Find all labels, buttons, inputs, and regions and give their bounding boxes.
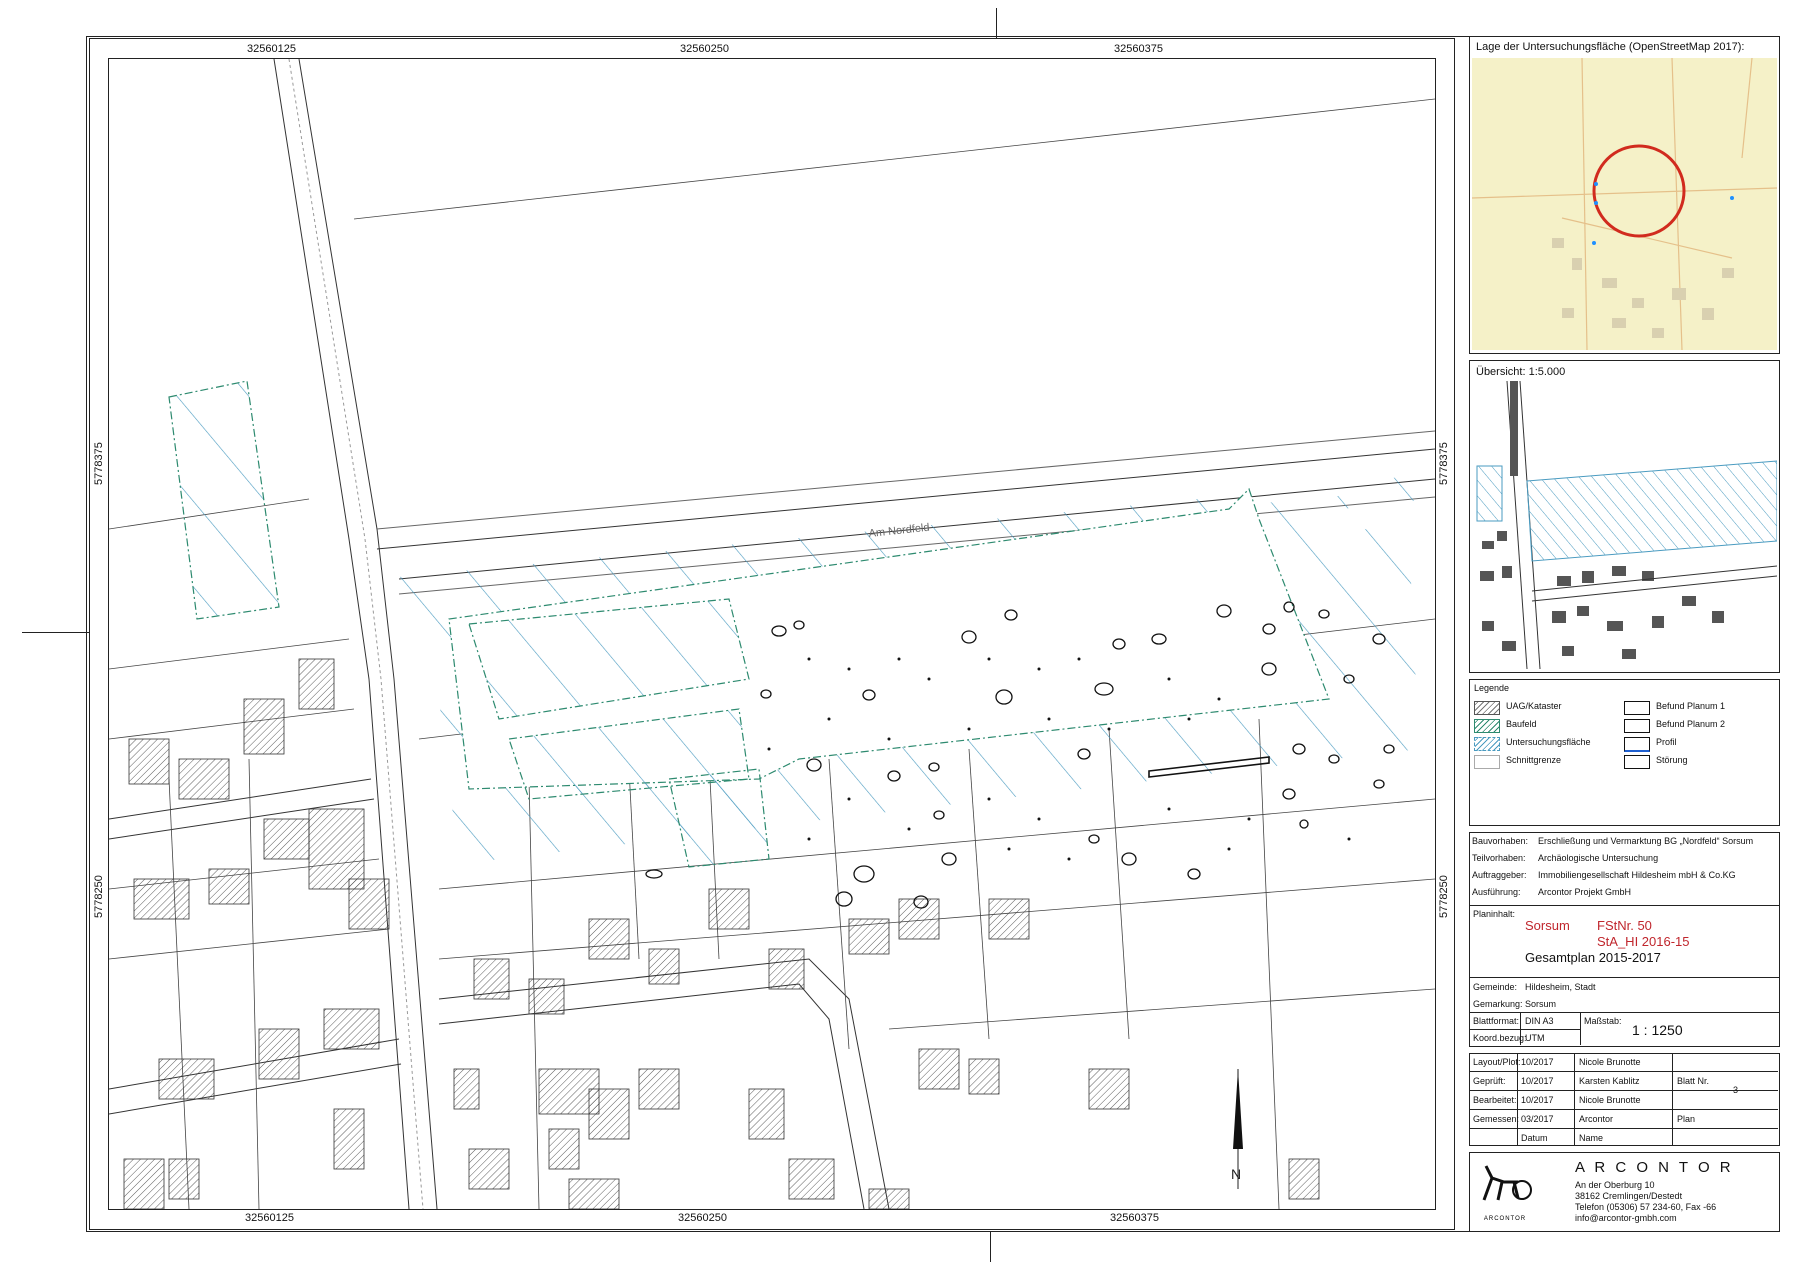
legend-label: Befund Planum 1 <box>1656 701 1726 711</box>
massstab-label: Maßstab: <box>1584 1016 1622 1026</box>
blattformat-value: DIN A3 <box>1525 1016 1554 1026</box>
plan-place: Sorsum <box>1525 918 1570 933</box>
credit-label: Gemessen: <box>1473 1114 1520 1124</box>
planinhalt-label: Planinhalt: <box>1473 909 1516 919</box>
address-line: An der Oberburg 10 <box>1575 1180 1655 1190</box>
credit-date: 10/2017 <box>1521 1076 1554 1086</box>
legend-items-left: UAG/Kataster Baufeld Untersuchungsfläche… <box>1474 700 1614 772</box>
legend-label: Schnittgrenze <box>1506 755 1562 765</box>
legend-label: UAG/Kataster <box>1506 701 1562 711</box>
north-arrow: N <box>1231 1069 1243 1189</box>
legend-swatch-stoerung <box>1624 755 1650 769</box>
x-label-top-3: 32560375 <box>1114 43 1163 55</box>
plan-fst: FStNr. 50 <box>1597 918 1652 933</box>
gemarkung-value: Sorsum <box>1525 999 1557 1009</box>
map-inner-frame: Am Nordfeld N <box>108 58 1436 1210</box>
divider <box>1469 905 1779 906</box>
legend-swatch-untersuchung <box>1474 737 1500 751</box>
credit-label: Bearbeitet: <box>1473 1095 1517 1105</box>
row-label: Teilvorhaben: <box>1472 853 1526 863</box>
location-map[interactable] <box>1472 58 1777 350</box>
row-value: Archäologische Untersuchung <box>1538 853 1659 863</box>
row-label: Auftraggeber: <box>1472 870 1527 880</box>
row-label: Ausführung: <box>1472 887 1521 897</box>
name-header: Name <box>1579 1133 1604 1143</box>
credit-label: Geprüft: <box>1473 1076 1506 1086</box>
koord-label: Koord.bezug: <box>1473 1033 1527 1043</box>
credit-name: Nicole Brunotte <box>1579 1057 1641 1067</box>
divider <box>1469 977 1779 978</box>
plan-sta: StA_HI 2016-15 <box>1597 934 1690 949</box>
divider <box>1469 1012 1779 1013</box>
koord-value: UTM <box>1525 1033 1545 1043</box>
project-rows: Bauvorhaben: Erschließung und Vermarktung… <box>1472 836 1777 904</box>
legend-label: Störung <box>1656 755 1688 765</box>
address-line: info@arcontor-gmbh.com <box>1575 1213 1677 1223</box>
x-label-top-2: 32560250 <box>680 43 729 55</box>
legend-label: Befund Planum 2 <box>1656 719 1726 729</box>
legend-label: Untersuchungsfläche <box>1506 737 1591 747</box>
address-line: Telefon (05306) 57 234-60, Fax -66 <box>1575 1202 1717 1212</box>
company-name: A R C O N T O R <box>1575 1159 1734 1176</box>
row-label: Bauvorhaben: <box>1472 836 1529 846</box>
legend-swatch-kataster <box>1474 701 1500 715</box>
logo-text: ARCONTOR <box>1484 1216 1526 1222</box>
x-label-top-1: 32560125 <box>247 43 296 55</box>
legend-swatch-baufeld <box>1474 719 1500 733</box>
legend-swatch-schnitt <box>1474 755 1500 769</box>
massstab-value: 1 : 1250 <box>1632 1022 1683 1038</box>
row-value: Immobiliengesellschaft Hildesheim mbH & … <box>1538 870 1736 880</box>
gemarkung-label: Gemarkung: <box>1473 999 1523 1009</box>
legend-swatch-planum1 <box>1624 701 1650 715</box>
row-value: Erschließung und Vermarktung BG „Nordfel… <box>1538 836 1754 846</box>
company-logo: ARCONTOR <box>1474 1158 1536 1224</box>
x-label-bottom-1: 32560125 <box>245 1212 294 1224</box>
credit-label: Layout/Plot: <box>1473 1057 1521 1067</box>
svg-text:N: N <box>1231 1166 1241 1182</box>
date-header: Datum <box>1521 1133 1548 1143</box>
legend-items-right: Befund Planum 1 Befund Planum 2 Profil S… <box>1624 700 1774 772</box>
legend-swatch-planum2 <box>1624 719 1650 733</box>
legend-swatch-profil <box>1624 737 1650 752</box>
y-label-left-2: 5778250 <box>93 875 105 918</box>
address-line: 38162 Cremlingen/Destedt <box>1575 1191 1683 1201</box>
gemeinde-value: Hildesheim, Stadt <box>1525 982 1596 992</box>
legend-label: Baufeld <box>1506 719 1537 729</box>
crop-mark-top <box>996 8 997 38</box>
divider <box>1469 1029 1580 1030</box>
y-label-right-1: 5778375 <box>1438 442 1450 485</box>
overview-map[interactable] <box>1472 381 1777 669</box>
credit-name: Nicole Brunotte <box>1579 1095 1641 1105</box>
plan-title: Gesamtplan 2015-2017 <box>1525 950 1661 965</box>
overview-panel-title: Übersicht: 1:5.000 <box>1476 366 1566 378</box>
untersuchungsflaeche-hatched <box>168 380 1429 868</box>
legend-label: Profil <box>1656 737 1677 747</box>
plan-label: Plan <box>1677 1114 1696 1124</box>
blatt-value: 3 <box>1733 1085 1739 1095</box>
map-canvas[interactable]: Am Nordfeld N <box>109 59 1435 1209</box>
x-label-bottom-3: 32560375 <box>1110 1212 1159 1224</box>
crop-mark-bottom <box>990 1232 991 1262</box>
credit-date: 03/2017 <box>1521 1114 1554 1124</box>
divider <box>1580 1012 1581 1045</box>
y-label-right-2: 5778250 <box>1438 875 1450 918</box>
credit-name: Arcontor <box>1579 1114 1614 1124</box>
blatt-label: Blatt Nr. <box>1677 1076 1710 1086</box>
row-value: Arcontor Projekt GmbH <box>1538 887 1632 897</box>
credits-rows: Layout/Plot: 10/2017 Nicole Brunotte Geprü… <box>1469 1053 1778 1147</box>
crop-mark-left <box>22 632 90 633</box>
gemeinde-label: Gemeinde: <box>1473 982 1518 992</box>
blattformat-label: Blattformat: <box>1473 1016 1520 1026</box>
y-label-left-1: 5778375 <box>93 442 105 485</box>
x-label-bottom-2: 32560250 <box>678 1212 727 1224</box>
credit-name: Karsten Kablitz <box>1579 1076 1640 1086</box>
location-panel-title: Lage der Untersuchungsfläche (OpenStreet… <box>1476 41 1745 53</box>
company-address: An der Oberburg 10 38162 Cremlingen/Dest… <box>1575 1180 1716 1224</box>
credit-date: 10/2017 <box>1521 1095 1554 1105</box>
legend-title: Legende <box>1474 683 1510 693</box>
credit-date: 10/2017 <box>1521 1057 1554 1067</box>
